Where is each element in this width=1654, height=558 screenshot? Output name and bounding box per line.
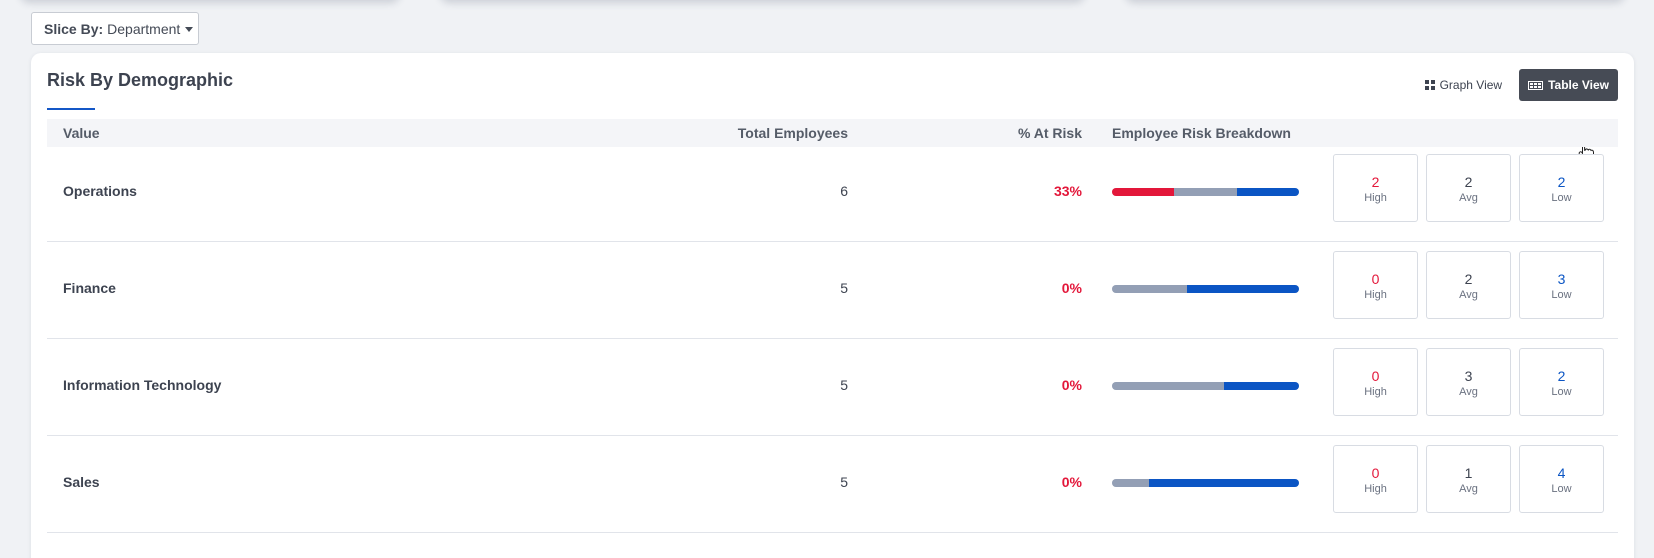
table-view-button[interactable]: Table View: [1519, 69, 1618, 101]
risk-count-boxes: 2 High 2 Avg 2 Low: [1333, 154, 1604, 222]
slice-by-dropdown[interactable]: Slice By: Department: [31, 12, 199, 45]
header-risk-breakdown: Employee Risk Breakdown: [1112, 125, 1291, 141]
risk-count-boxes: 0 High 3 Avg 2 Low: [1333, 348, 1604, 416]
low-label: Low: [1551, 288, 1572, 301]
high-count-box[interactable]: 2 High: [1333, 154, 1418, 222]
table-row: Finance 5 0% 0 High 2 Avg 3 Low: [47, 237, 1618, 339]
avg-label: Avg: [1459, 482, 1478, 495]
bar-segment-avg: [1112, 285, 1187, 293]
avg-label: Avg: [1459, 385, 1478, 398]
risk-breakdown-bar: [1112, 285, 1299, 293]
avg-count: 2: [1464, 270, 1473, 287]
graph-view-label: Graph View: [1439, 78, 1503, 92]
high-count-box[interactable]: 0 High: [1333, 348, 1418, 416]
low-count: 4: [1557, 464, 1566, 481]
avg-count-box[interactable]: 2 Avg: [1426, 251, 1511, 319]
row-value: Finance: [63, 280, 116, 296]
row-pct-at-risk: 33%: [1053, 183, 1082, 199]
row-pct-at-risk: 0%: [1061, 474, 1082, 490]
row-total: 5: [840, 377, 848, 393]
row-total: 5: [840, 280, 848, 296]
bar-segment-low: [1186, 285, 1299, 293]
high-count: 0: [1371, 464, 1380, 481]
low-count-box[interactable]: 2 Low: [1519, 348, 1604, 416]
bar-segment-avg: [1112, 382, 1225, 390]
low-count-box[interactable]: 4 Low: [1519, 445, 1604, 513]
row-pct-at-risk: 0%: [1061, 377, 1082, 393]
high-label: High: [1364, 191, 1387, 204]
grid-icon: [1424, 80, 1435, 90]
avg-label: Avg: [1459, 191, 1478, 204]
high-label: High: [1364, 482, 1387, 495]
high-count-box[interactable]: 0 High: [1333, 251, 1418, 319]
risk-breakdown-bar: [1112, 479, 1299, 487]
low-count: 2: [1557, 367, 1566, 384]
high-count-box[interactable]: 0 High: [1333, 445, 1418, 513]
avg-label: Avg: [1459, 288, 1478, 301]
header-pct-at-risk: % At Risk: [1017, 125, 1082, 141]
panel-title: Risk By Demographic: [47, 70, 234, 90]
bar-segment-avg: [1112, 479, 1150, 487]
low-count-box[interactable]: 3 Low: [1519, 251, 1604, 319]
graph-view-button[interactable]: Graph View: [1416, 69, 1511, 101]
high-count: 0: [1371, 367, 1380, 384]
table-icon: [1528, 80, 1544, 90]
row-value: Sales: [63, 474, 100, 490]
avg-count: 3: [1464, 367, 1473, 384]
row-total: 6: [840, 183, 848, 199]
avg-count-box[interactable]: 1 Avg: [1426, 445, 1511, 513]
caret-down-icon: [185, 27, 194, 32]
header-total-employees: Total Employees: [737, 125, 848, 141]
low-label: Low: [1551, 191, 1572, 204]
table-row: Operations 6 33% 2 High 2 Avg 2 Low: [47, 140, 1618, 242]
bar-segment-high: [1112, 188, 1175, 196]
risk-breakdown-bar: [1112, 188, 1299, 196]
slice-by-label: Slice By:: [44, 20, 104, 37]
low-count: 2: [1557, 173, 1566, 190]
high-label: High: [1364, 288, 1387, 301]
avg-count: 2: [1464, 173, 1473, 190]
bar-segment-low: [1149, 479, 1299, 487]
low-label: Low: [1551, 385, 1572, 398]
low-count-box[interactable]: 2 Low: [1519, 154, 1604, 222]
high-count: 0: [1371, 270, 1380, 287]
risk-by-demographic-panel: Risk By Demographic Graph View Table Vie…: [31, 53, 1634, 558]
low-label: Low: [1551, 482, 1572, 495]
slice-by-value: Department: [107, 20, 181, 37]
risk-count-boxes: 0 High 1 Avg 4 Low: [1333, 445, 1604, 513]
row-value: Information Technology: [63, 377, 222, 393]
avg-count-box[interactable]: 2 Avg: [1426, 154, 1511, 222]
title-underline: [47, 108, 95, 110]
avg-count-box[interactable]: 3 Avg: [1426, 348, 1511, 416]
table-view-label: Table View: [1548, 78, 1609, 92]
high-count: 2: [1371, 173, 1380, 190]
table-row: Sales 5 0% 0 High 1 Avg 4 Low: [47, 431, 1618, 533]
header-value: Value: [63, 125, 100, 141]
row-pct-at-risk: 0%: [1061, 280, 1082, 296]
bar-segment-low: [1224, 382, 1299, 390]
row-total: 5: [840, 474, 848, 490]
view-toggle: Graph View Table View: [1416, 69, 1618, 101]
bar-segment-low: [1236, 188, 1299, 196]
high-label: High: [1364, 385, 1387, 398]
low-count: 3: [1557, 270, 1566, 287]
risk-breakdown-bar: [1112, 382, 1299, 390]
avg-count: 1: [1464, 464, 1473, 481]
risk-count-boxes: 0 High 2 Avg 3 Low: [1333, 251, 1604, 319]
row-value: Operations: [63, 183, 137, 199]
bar-segment-avg: [1174, 188, 1237, 196]
table-row: Information Technology 5 0% 0 High 3 Avg…: [47, 334, 1618, 436]
